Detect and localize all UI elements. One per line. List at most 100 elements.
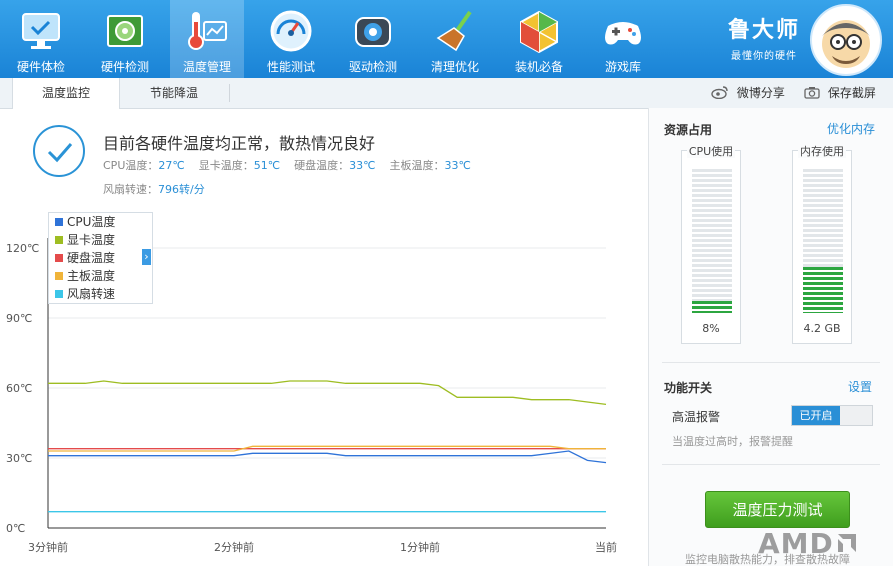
nav-essential-software[interactable]: 装机必备 (502, 0, 576, 78)
gamepad-icon (605, 22, 641, 45)
temperature-readouts: CPU温度：27℃ 显卡温度：51℃ 硬盘温度：33℃ 主板温度：33℃ (103, 157, 471, 173)
series-line-2 (48, 380, 607, 405)
y-tick-label: 120℃ (6, 242, 39, 255)
legend-item-gpu[interactable]: 显卡温度 (49, 231, 152, 249)
x-tick-label: 1分钟前 (400, 540, 440, 554)
legend-swatch (55, 218, 63, 226)
legend-item-cpu[interactable]: CPU温度 (49, 213, 152, 231)
disk-temp-value: 33℃ (349, 159, 376, 172)
brand-name: 鲁大师 (727, 18, 800, 43)
broom-icon (436, 10, 472, 52)
memory-usage-title: 内存使用 (798, 145, 846, 158)
tab-divider (229, 84, 230, 102)
legend-swatch (55, 236, 63, 244)
chevron-right-icon: › (144, 250, 149, 263)
legend-label: 硬盘温度 (67, 251, 116, 265)
nav-label: 驱动检测 (348, 60, 397, 74)
series-line-1 (48, 450, 607, 464)
legend-collapse-button[interactable]: › (142, 249, 151, 265)
camera-icon (804, 87, 820, 99)
fan-speed-value: 796转/分 (158, 183, 205, 196)
status-ok-icon (33, 125, 85, 177)
gpu-temp-value: 51℃ (253, 159, 281, 172)
top-toolbar: 硬件体检 硬件检测 温度管理 性能测试 驱动检测 清理优化 装机必备 游戏库 鲁… (0, 0, 893, 78)
cpu-usage-title: CPU使用 (686, 145, 736, 158)
alarm-description: 当温度过高时，报警提醒 (672, 435, 793, 448)
cpu-usage-bar (692, 169, 732, 313)
chart-legend: CPU温度 显卡温度 硬盘温度 主板温度 风扇转速 (48, 212, 153, 304)
save-screenshot-label: 保存截屏 (827, 86, 876, 100)
package-box-icon (520, 10, 558, 54)
status-title: 目前各硬件温度均正常，散热情况良好 (103, 134, 376, 153)
weibo-share-button[interactable]: 微博分享 (711, 78, 785, 108)
legend-label: CPU温度 (67, 215, 116, 229)
high-temp-alarm-toggle[interactable]: 已开启 (791, 405, 873, 426)
weibo-icon (711, 86, 728, 100)
nav-hardware-detect[interactable]: 硬件检测 (88, 0, 162, 78)
tab-temperature-monitor[interactable]: 温度监控 (12, 78, 120, 109)
y-tick-label: 60℃ (6, 382, 32, 395)
amd-logo: AMD (758, 527, 860, 560)
high-temp-alarm-label: 高温报警 (672, 410, 721, 424)
legend-item-board[interactable]: 主板温度 (49, 267, 152, 285)
amd-arrow-icon (837, 534, 856, 552)
nav-driver-detect[interactable]: 驱动检测 (336, 0, 410, 78)
cpu-temp-value: 27℃ (158, 159, 185, 172)
memory-usage-value: 4.2 GB (803, 322, 841, 335)
legend-item-disk[interactable]: 硬盘温度 (49, 249, 152, 267)
settings-link[interactable]: 设置 (848, 378, 872, 395)
nav-game-library[interactable]: 游戏库 (586, 0, 660, 78)
divider (662, 464, 880, 465)
nav-performance-test[interactable]: 性能测试 (254, 0, 328, 78)
nav-label: 温度管理 (182, 60, 231, 74)
mascot-face-icon (822, 20, 870, 68)
nav-label: 游戏库 (604, 60, 641, 74)
nav-label: 硬件体检 (16, 60, 65, 74)
weibo-share-label: 微博分享 (736, 86, 785, 100)
avatar[interactable] (810, 4, 882, 76)
gpu-temp-label: 显卡温度： (198, 159, 254, 172)
nav-clean-optimize[interactable]: 清理优化 (418, 0, 492, 78)
legend-swatch (55, 290, 63, 298)
y-tick-label: 30℃ (6, 452, 32, 465)
legend-swatch (55, 254, 63, 262)
nav-label: 清理优化 (430, 60, 479, 74)
thermometer-icon (188, 12, 227, 50)
divider (662, 362, 880, 363)
temperature-stress-test-button[interactable]: 温度压力测试 (705, 491, 850, 528)
y-tick-label: 0℃ (6, 522, 25, 535)
resources-title: 资源占用 (664, 123, 713, 137)
nav-label: 装机必备 (514, 60, 563, 74)
memory-usage-meter: 内存使用 4.2 GB (792, 145, 852, 344)
cpu-usage-value: 8% (702, 322, 720, 335)
disk-temp-label: 硬盘温度： (294, 159, 350, 172)
legend-item-fan[interactable]: 风扇转速 (49, 285, 152, 303)
board-temp-value: 33℃ (444, 159, 471, 172)
board-temp-label: 主板温度： (389, 159, 445, 172)
nav-hardware-checkup[interactable]: 硬件体检 (4, 0, 78, 78)
brand-slogan: 最懂你的硬件 (731, 51, 797, 62)
cpu-temp-label: CPU温度： (103, 159, 159, 172)
fan-speed-readout: 风扇转速：796转/分 (103, 181, 205, 197)
legend-swatch (55, 272, 63, 280)
driver-gear-icon (355, 17, 391, 47)
x-tick-label: 2分钟前 (214, 540, 254, 554)
memory-usage-bar (803, 169, 843, 313)
legend-label: 主板温度 (67, 269, 116, 283)
optimize-memory-link[interactable]: 优化内存 (827, 120, 875, 137)
legend-label: 显卡温度 (67, 233, 116, 247)
x-tick-label: 当前 (595, 540, 617, 554)
legend-label: 风扇转速 (67, 287, 116, 301)
y-tick-label: 90℃ (6, 312, 32, 325)
nav-label: 硬件检测 (100, 60, 149, 74)
circuit-board-icon (107, 15, 143, 47)
speedometer-icon (270, 10, 312, 52)
save-screenshot-button[interactable]: 保存截屏 (804, 78, 876, 108)
memory-usage-fill (803, 266, 843, 313)
tab-bar: 温度监控 节能降温 微博分享 保存截屏 (0, 78, 893, 109)
nav-temperature-management[interactable]: 温度管理 (170, 0, 244, 78)
toggle-state: 已开启 (792, 406, 840, 425)
tab-energy-saving[interactable]: 节能降温 (120, 78, 228, 108)
nav-label: 性能测试 (266, 60, 315, 74)
fan-speed-label: 风扇转速： (103, 183, 158, 196)
